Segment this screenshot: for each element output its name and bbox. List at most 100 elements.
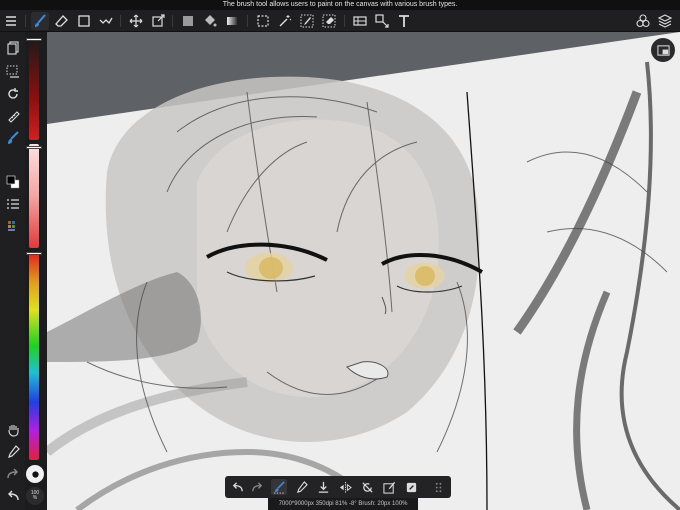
brush-tool-button[interactable]	[31, 12, 49, 30]
brush-size-slider[interactable]	[26, 36, 42, 140]
hue-handle[interactable]	[26, 252, 42, 255]
left-toolbar	[0, 32, 25, 510]
flip-icon	[339, 481, 352, 493]
opacity-slider[interactable]	[26, 144, 42, 248]
brush-select-button[interactable]	[271, 479, 287, 495]
line-tool-button[interactable]	[97, 12, 115, 30]
palette-icon	[7, 220, 15, 231]
top-toolbar	[0, 10, 680, 32]
toolbar-divider	[344, 15, 345, 27]
filter-icon	[353, 16, 367, 26]
redo-icon	[6, 468, 18, 478]
color-swap-button[interactable]	[3, 172, 22, 191]
gallery-button[interactable]	[3, 38, 22, 57]
move-icon	[129, 14, 143, 28]
artwork	[47, 32, 680, 510]
navigator-icon	[656, 44, 670, 56]
eraser-icon	[55, 15, 68, 27]
brush-settings-button[interactable]	[3, 128, 22, 147]
tooltip-bar: The brush tool allows users to paint on …	[0, 0, 680, 10]
text-icon	[399, 15, 409, 27]
layers-icon	[658, 14, 672, 28]
clipboard-button[interactable]	[403, 479, 419, 495]
redo-button[interactable]	[3, 464, 22, 483]
menu-icon	[6, 16, 16, 26]
bottom-toolbar	[225, 476, 451, 498]
hue-slider[interactable]	[26, 252, 42, 460]
download-icon	[318, 481, 328, 493]
materials-icon	[636, 14, 650, 28]
select-eraser-button[interactable]	[320, 12, 338, 30]
clipboard-icon	[406, 482, 416, 492]
toolbar-grip[interactable]	[431, 479, 447, 495]
flip-button[interactable]	[337, 479, 353, 495]
brush-preview-icon	[31, 470, 39, 478]
eyedropper-button[interactable]	[3, 442, 22, 461]
menu-button[interactable]	[2, 12, 20, 30]
eyedropper-icon	[7, 444, 20, 458]
rotate-canvas-button[interactable]	[3, 84, 22, 103]
undo-button[interactable]	[3, 486, 22, 505]
bucket-tool-button[interactable]	[201, 12, 219, 30]
layers-button[interactable]	[656, 12, 674, 30]
move-tool-button[interactable]	[127, 12, 145, 30]
eraser-tool-button[interactable]	[53, 12, 71, 30]
undo-icon	[7, 490, 19, 500]
resize-button[interactable]	[373, 12, 391, 30]
pages-icon	[6, 40, 19, 55]
selection-layer-button[interactable]	[3, 62, 22, 81]
transform-icon	[152, 14, 165, 27]
line-icon	[99, 17, 113, 25]
grip-icon	[435, 482, 441, 492]
ruler-button[interactable]	[3, 106, 22, 125]
tooltip-text: The brush tool allows users to paint on …	[222, 1, 458, 8]
undo-bottom-button[interactable]	[229, 479, 245, 495]
brush-settings-icon	[7, 130, 19, 144]
transform-tool-button[interactable]	[149, 12, 167, 30]
fill-color-button[interactable]	[179, 12, 197, 30]
text-tool-button[interactable]	[395, 12, 413, 30]
resize-icon	[375, 14, 389, 28]
opacity-handle[interactable]	[26, 146, 42, 150]
color-list-button[interactable]	[3, 194, 22, 213]
filter-button[interactable]	[351, 12, 369, 30]
toolbar-divider	[172, 15, 173, 27]
no-rotate-icon	[361, 481, 373, 493]
magic-wand-icon	[279, 15, 292, 27]
status-text: 7000*9000px 350dpi 81% -8° Brush: 20px 1…	[278, 501, 408, 507]
select-eraser-icon	[322, 14, 336, 28]
bucket-icon	[205, 15, 217, 27]
zoom-indicator[interactable]: 100 %	[26, 487, 44, 505]
reset-rotation-button[interactable]	[359, 479, 375, 495]
edit-button[interactable]	[381, 479, 397, 495]
brush-select-icon	[273, 480, 285, 494]
rectangle-icon	[78, 15, 90, 27]
toolbar-divider	[247, 15, 248, 27]
rectangle-tool-button[interactable]	[75, 12, 93, 30]
eyedropper-bottom-button[interactable]	[293, 479, 309, 495]
select-icon	[257, 15, 269, 27]
select-tool-button[interactable]	[254, 12, 272, 30]
drawing-canvas[interactable]	[47, 32, 680, 510]
palette-button[interactable]	[3, 216, 22, 235]
brush-icon	[35, 14, 46, 27]
gradient-icon	[227, 17, 237, 25]
status-bar: 7000*9000px 350dpi 81% -8° Brush: 20px 1…	[268, 498, 418, 510]
select-pen-button[interactable]	[298, 12, 316, 30]
eyedropper-icon	[296, 480, 308, 493]
hand-icon	[7, 424, 19, 437]
gradient-tool-button[interactable]	[223, 12, 241, 30]
navigator-button[interactable]	[651, 38, 675, 62]
hand-tool-button[interactable]	[3, 420, 22, 439]
redo-bottom-button[interactable]	[249, 479, 265, 495]
rotate-icon	[7, 87, 18, 99]
brush-size-handle[interactable]	[26, 38, 42, 42]
redo-icon	[251, 481, 262, 491]
fill-color-icon	[183, 16, 193, 26]
ruler-icon	[7, 110, 20, 123]
save-button[interactable]	[315, 479, 331, 495]
undo-icon	[232, 481, 243, 491]
brush-preview-button[interactable]	[26, 465, 44, 483]
magic-wand-button[interactable]	[276, 12, 294, 30]
materials-button[interactable]	[634, 12, 652, 30]
